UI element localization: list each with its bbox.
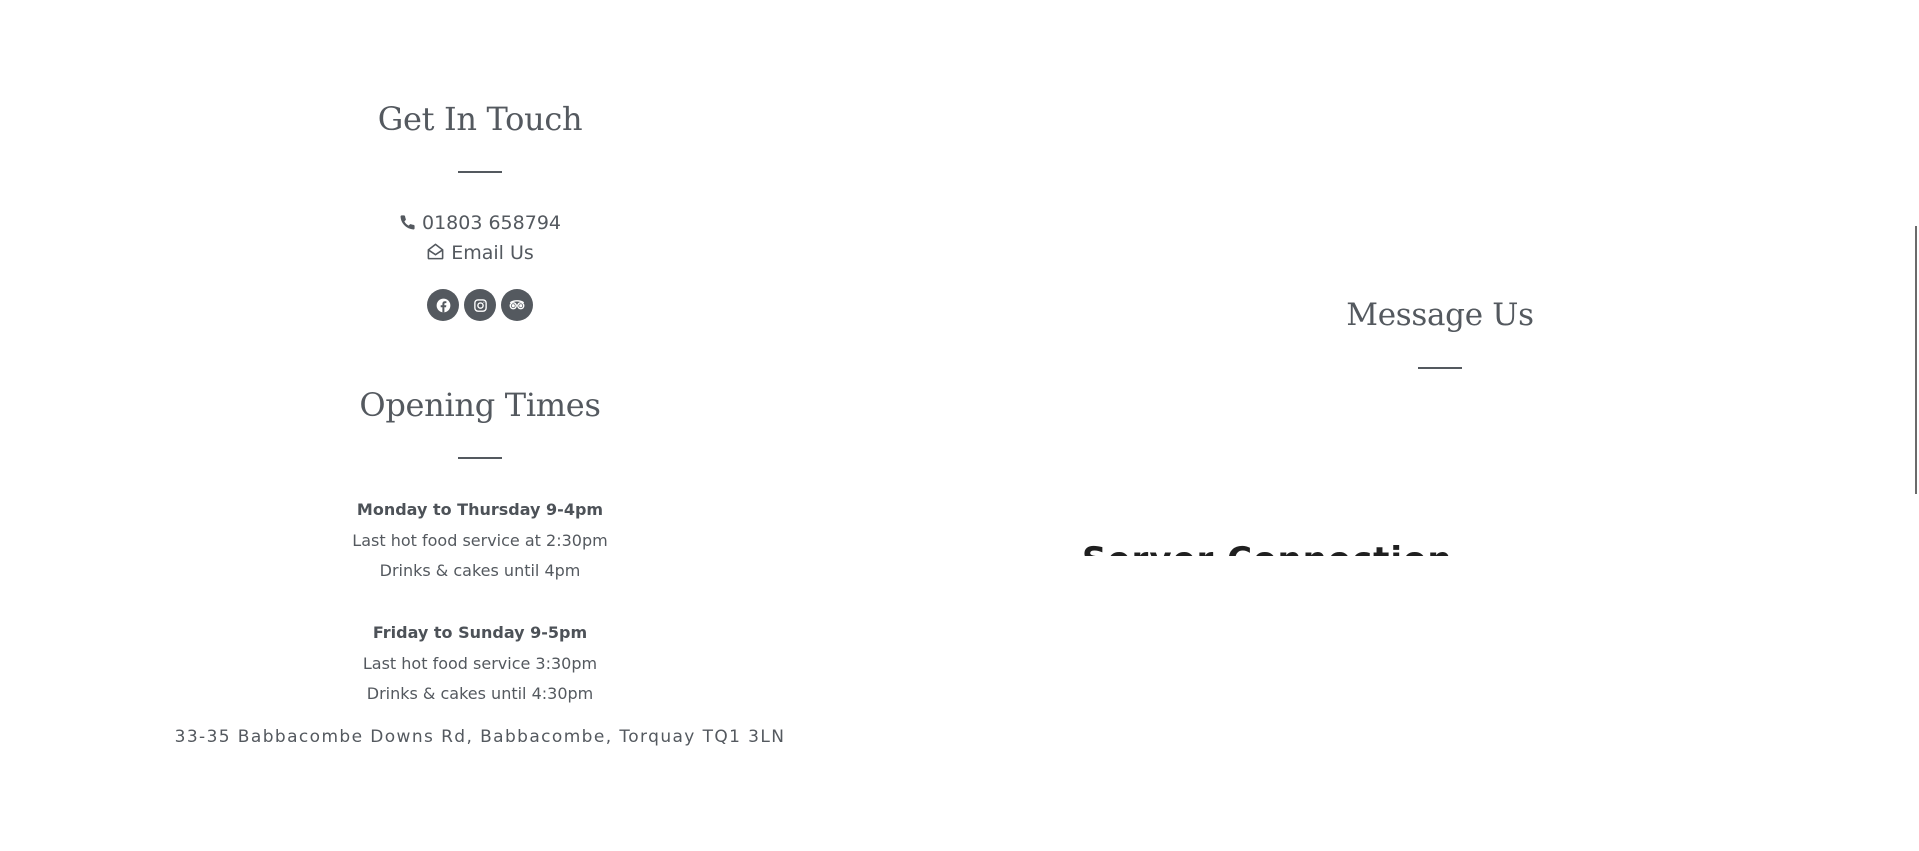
scrollbar-thumb[interactable] bbox=[1915, 226, 1917, 494]
heading-divider bbox=[458, 457, 502, 459]
hours-block-weekend: Friday to Sunday 9-5pm Last hot food ser… bbox=[240, 618, 720, 710]
hours-title: Monday to Thursday 9-4pm bbox=[356, 500, 604, 519]
opening-times-heading: Opening Times bbox=[359, 386, 601, 424]
phone-link[interactable]: 01803 658794 bbox=[240, 212, 720, 236]
message-us-heading: Message Us bbox=[1346, 297, 1534, 333]
address: 33-35 Babbacombe Downs Rd, Babbacombe, T… bbox=[174, 727, 786, 747]
facebook-icon[interactable] bbox=[427, 289, 459, 321]
get-in-touch-heading: Get In Touch bbox=[377, 100, 583, 138]
hours-line: Last hot food service 3:30pm bbox=[362, 653, 598, 673]
hours-line: Drinks & cakes until 4pm bbox=[379, 561, 581, 581]
hours-line: Last hot food service at 2:30pm bbox=[352, 530, 608, 550]
form-embed-text: Server Connection Failed bbox=[1082, 540, 1462, 556]
phone-icon bbox=[399, 214, 416, 236]
social-links bbox=[427, 289, 533, 321]
heading-divider bbox=[458, 171, 502, 173]
hours-line: Drinks & cakes until 4:30pm bbox=[366, 684, 594, 704]
hours-block-weekday: Monday to Thursday 9-4pm Last hot food s… bbox=[240, 495, 720, 587]
email-link[interactable]: Email Us bbox=[240, 242, 720, 266]
instagram-icon[interactable] bbox=[464, 289, 496, 321]
form-embed-message: Server Connection Failed bbox=[1082, 540, 1462, 556]
heading-divider bbox=[1418, 367, 1462, 369]
email-label: Email Us bbox=[451, 242, 534, 264]
phone-number: 01803 658794 bbox=[421, 212, 561, 234]
hours-title: Friday to Sunday 9-5pm bbox=[372, 623, 588, 642]
envelope-open-icon bbox=[426, 242, 445, 266]
tripadvisor-icon[interactable] bbox=[501, 289, 533, 321]
